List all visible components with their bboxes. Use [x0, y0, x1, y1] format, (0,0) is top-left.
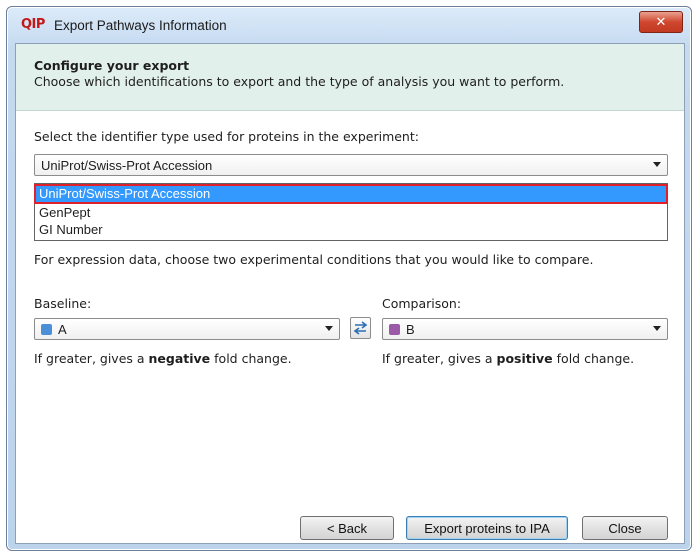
baseline-select[interactable]: A	[34, 318, 340, 340]
comparison-select[interactable]: B	[382, 318, 668, 340]
baseline-value-wrap: A	[41, 322, 67, 337]
app-logo: QIP	[21, 17, 45, 32]
swap-conditions-button[interactable]	[350, 317, 371, 339]
baseline-label: Baseline:	[34, 296, 92, 311]
identifier-selected-value: UniProt/Swiss-Prot Accession	[41, 158, 213, 173]
dialog-window: QIP Export Pathways Information ✕ Config…	[6, 6, 692, 551]
baseline-value: A	[58, 322, 67, 337]
export-proteins-button[interactable]: Export proteins to IPA	[406, 516, 568, 540]
comparison-note-prefix: If greater, gives a	[382, 351, 497, 366]
window-close-button[interactable]: ✕	[639, 11, 683, 33]
baseline-note-suffix: fold change.	[210, 351, 292, 366]
header-description: Choose which identifications to export a…	[34, 74, 565, 89]
comparison-note-emphasis: positive	[496, 351, 553, 366]
identifier-label: Select the identifier type used for prot…	[34, 129, 419, 144]
back-button[interactable]: < Back	[300, 516, 394, 540]
identifier-dropdown-list: UniProt/Swiss-Prot Accession GenPept GI …	[34, 183, 668, 241]
close-icon: ✕	[655, 14, 667, 30]
dialog-content: Configure your export Choose which ident…	[15, 43, 685, 544]
chevron-down-icon	[325, 326, 333, 331]
close-button[interactable]: Close	[582, 516, 668, 540]
comparison-value-wrap: B	[389, 322, 415, 337]
identifier-option-gi-number[interactable]: GI Number	[35, 221, 667, 239]
identifier-option-genpept[interactable]: GenPept	[35, 204, 667, 222]
comparison-label: Comparison:	[382, 296, 462, 311]
comparison-value: B	[406, 322, 415, 337]
baseline-note-emphasis: negative	[148, 351, 211, 366]
comparison-note: If greater, gives a positive fold change…	[382, 351, 634, 366]
chevron-down-icon	[653, 162, 661, 167]
header-title: Configure your export	[34, 58, 190, 73]
swap-arrows-icon	[353, 321, 368, 335]
identifier-option-uniprot[interactable]: UniProt/Swiss-Prot Accession	[34, 184, 668, 204]
window-title: Export Pathways Information	[54, 18, 227, 33]
baseline-note-prefix: If greater, gives a	[34, 351, 149, 366]
baseline-note: If greater, gives a negative fold change…	[34, 351, 292, 366]
header-panel: Configure your export Choose which ident…	[16, 44, 684, 111]
expression-description: For expression data, choose two experime…	[34, 252, 594, 267]
comparison-note-suffix: fold change.	[552, 351, 635, 366]
title-bar[interactable]: QIP Export Pathways Information ✕	[7, 7, 691, 43]
chevron-down-icon	[653, 326, 661, 331]
identifier-type-select[interactable]: UniProt/Swiss-Prot Accession	[34, 154, 668, 176]
comparison-color-swatch	[389, 324, 400, 335]
baseline-color-swatch	[41, 324, 52, 335]
